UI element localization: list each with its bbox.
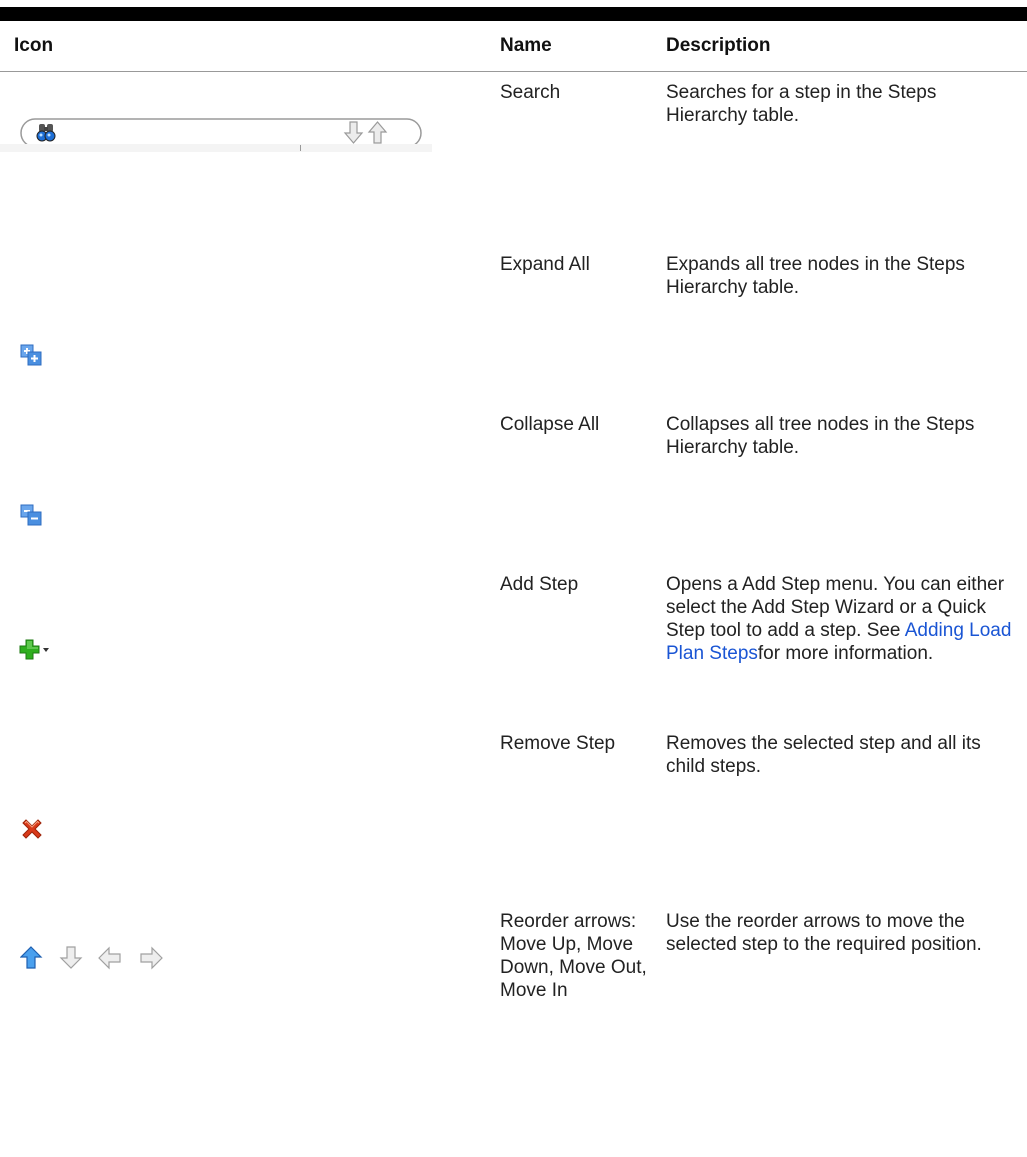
icon-cell [0,253,486,413]
table-row: Reorder arrows: Move Up, Move Down, Move… [0,910,1027,1070]
move-in-icon [140,946,163,970]
expand-all-icon [20,344,42,372]
table-row: Collapse All Collapses all tree nodes in… [0,413,1027,573]
icon-cell [0,72,486,254]
icon-cell [0,910,486,1070]
description-cell: Expands all tree nodes in the Steps Hier… [666,254,965,298]
description-cell: Use the reorder arrows to move the selec… [666,911,982,955]
add-step-dropdown-icon [19,639,51,669]
icon-cell [0,732,486,910]
top-rule [0,7,1027,21]
move-up-icon [19,946,43,969]
table-row: Remove Step Removes the selected step an… [0,732,1027,910]
description-cell: Removes the selected step and all its ch… [666,733,981,777]
description-cell: Searches for a step in the Steps Hierarc… [666,82,937,126]
name-cell: Reorder arrows: Move Up, Move Down, Move… [500,911,647,1001]
table-row: Expand All Expands all tree nodes in the… [0,253,1027,413]
icon-cell [0,573,486,732]
table-row: Add Step Opens a Add Step menu. You can … [0,573,1027,732]
reorder-arrows-icon [19,946,190,976]
name-cell: Collapse All [500,414,600,435]
name-cell: Search [500,82,561,103]
header-name: Name [486,21,652,72]
name-cell: Add Step [500,574,579,595]
name-cell: Remove Step [500,733,616,754]
header-description: Description [652,21,1027,72]
move-out-icon [98,946,121,970]
search-tick [300,145,301,151]
header-row: Icon Name Description [0,21,1027,72]
move-down-icon [59,946,83,969]
table-row: Search Searches for a step in the Steps … [0,72,1027,254]
search-divider [0,144,432,152]
description-cell: Collapses all tree nodes in the Steps Hi… [666,414,975,458]
description-cell: Opens a Add Step menu. You can either se… [652,573,1027,732]
icons-table: Icon Name Description Search Searches fo… [0,21,1027,1070]
collapse-all-icon [20,504,42,532]
icon-cell [0,413,486,573]
description-text-end: for more information. [757,643,934,664]
remove-step-icon [20,817,44,847]
name-cell: Expand All [500,254,590,275]
header-icon: Icon [0,21,486,72]
